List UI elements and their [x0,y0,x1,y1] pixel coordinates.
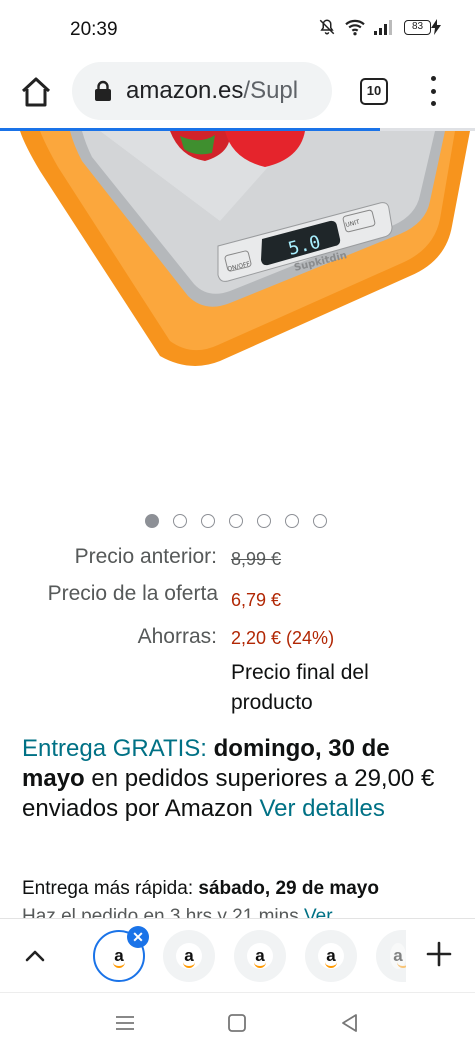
new-tab-icon[interactable] [424,939,454,969]
battery-level: 83 [404,19,431,35]
fastest-delivery: Entrega más rápida: sábado, 29 de mayo [22,876,462,902]
address-bar[interactable]: amazon.es/Supl [72,62,332,120]
wifi-icon [345,19,365,36]
battery-indicator: 83 [404,19,441,35]
chevron-up-icon[interactable] [22,943,48,969]
fastest-delivery-date: sábado, 29 de mayo [198,878,379,899]
tab-thumb-partial[interactable]: a [376,930,406,982]
delivery-details-link[interactable]: Ver detalles [259,795,384,822]
status-time: 20:39 [70,19,118,40]
kitchen-scale-illustration: 5.0 Supkitdin ON/OFF UNIT [20,131,470,366]
tab-thumb-active[interactable]: a ✕ [93,926,149,982]
amazon-logo-icon: a [106,943,132,969]
previous-price-value: 8,99 € [231,549,282,569]
back-nav-icon[interactable] [340,1013,360,1033]
recent-apps-icon[interactable] [114,1013,136,1033]
delivery-info: Entrega GRATIS: domingo, 30 de mayo en p… [22,734,452,824]
url-text: amazon.es/Supl [126,77,298,105]
system-navigation-bar [0,992,475,1056]
order-within-link[interactable]: Ver [304,906,333,918]
signal-icon [374,20,392,35]
overflow-menu-icon[interactable] [425,74,441,108]
final-price-note: Precio final del producto [231,661,369,714]
deal-price-label: Precio de la oferta [47,582,218,605]
fastest-delivery-label: Entrega más rápida: [22,878,194,899]
amazon-logo-icon: a [390,943,406,969]
browser-toolbar: amazon.es/Supl 10 [0,58,475,128]
home-nav-icon[interactable] [227,1013,247,1033]
previous-price-label: Precio anterior: [74,545,217,568]
product-image[interactable]: 5.0 Supkitdin ON/OFF UNIT [0,131,475,501]
image-carousel-dots [145,514,327,528]
carousel-dot[interactable] [285,514,299,528]
url-host: amazon.es [126,77,244,104]
carousel-dot[interactable] [313,514,327,528]
savings-value: 2,20 € (24%) [231,628,335,648]
free-delivery-label: Entrega GRATIS: [22,735,207,762]
carousel-dot[interactable] [201,514,215,528]
order-within-text: Haz el pedido en 3 hrs y 21 mins Ver [22,904,462,918]
tab-thumb[interactable]: a [163,930,215,982]
amazon-logo-icon: a [176,943,202,969]
carousel-dot[interactable] [257,514,271,528]
tab-group-strip: a ✕ a a a a [0,918,475,992]
tab-thumb[interactable]: a [305,930,357,982]
url-path: /Supl [243,77,299,104]
deal-price-value: 6,79 € [231,590,282,610]
status-icons: 83 [318,18,441,36]
amazon-logo-icon: a [318,943,344,969]
mute-icon [319,19,335,35]
status-bar: 20:39 83 [0,0,475,58]
home-icon[interactable] [18,74,54,110]
lock-icon [95,80,111,101]
tab-thumb[interactable]: a [234,930,286,982]
charging-icon [431,19,441,35]
close-tab-icon[interactable]: ✕ [127,926,149,948]
carousel-dot[interactable] [173,514,187,528]
order-within-countdown: Haz el pedido en 3 hrs y 21 mins [22,906,299,918]
savings-label: Ahorras: [137,625,217,648]
tab-switcher-button[interactable]: 10 [360,78,388,105]
amazon-logo-icon: a [247,943,273,969]
carousel-dot[interactable] [229,514,243,528]
carousel-dot[interactable] [145,514,159,528]
